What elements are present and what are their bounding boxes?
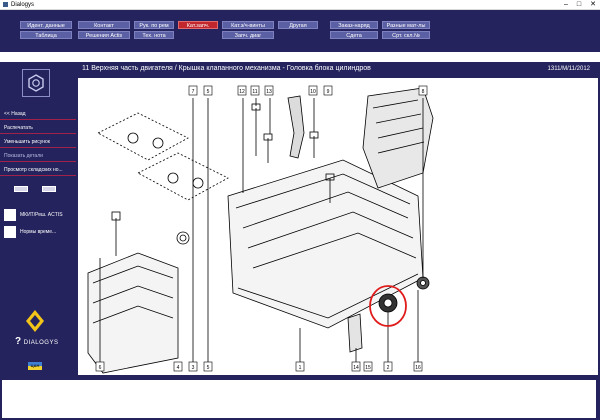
back-button[interactable]: << Назад <box>0 108 76 120</box>
cylinder-head-diagram[interactable]: 12 11 13 10 7 5 8 6 1 5 2 16 14 3 4 9 15 <box>78 78 598 375</box>
menu-actis-solutions[interactable]: Решения Actis <box>78 31 130 39</box>
renault-logo-icon <box>26 310 44 332</box>
view-stock-button[interactable]: Просмотр складских но... <box>0 164 76 176</box>
nav-next-icon[interactable] <box>42 186 56 192</box>
tool-icon <box>4 209 16 221</box>
app-icon <box>3 2 8 7</box>
menu-table[interactable]: Таблица <box>20 31 72 39</box>
language-flag-icon[interactable]: ЦАН <box>28 362 42 370</box>
maximize-button[interactable]: □ <box>577 0 581 10</box>
diagram-label: 1 <box>299 365 302 371</box>
main-panel: 11 Верхняя часть двигателя / Крышка клап… <box>76 62 600 377</box>
diagram-label: 10 <box>310 89 316 95</box>
show-details-button[interactable]: Показать детали <box>0 150 76 162</box>
close-button[interactable]: ✕ <box>590 0 596 10</box>
diagram-label: 13 <box>266 89 272 95</box>
hex-bolt-icon <box>22 69 50 97</box>
diagram-header: 11 Верхняя часть двигателя / Крышка клап… <box>76 62 600 76</box>
diagram-label: 9 <box>327 89 330 95</box>
document-icon <box>4 226 16 238</box>
nav-prev-icon[interactable] <box>14 186 28 192</box>
menu-screws-catalog[interactable]: Кат.з/ч-винты <box>222 21 274 29</box>
diagram-label: 5 <box>207 89 210 95</box>
diagram-title: 11 Верхняя часть двигателя / Крышка клап… <box>82 65 371 72</box>
minimize-button[interactable]: – <box>564 0 568 10</box>
menu-misc-materials[interactable]: Разные мат-лы <box>382 21 430 29</box>
window-controls: – □ ✕ <box>564 0 596 10</box>
menu-stock[interactable]: Срт. скл.№ <box>382 31 430 39</box>
details-area <box>2 380 596 418</box>
menu-other[interactable]: Другая <box>278 21 318 29</box>
diagram-label: 2 <box>387 365 390 371</box>
diagram-label: 5 <box>207 365 210 371</box>
diagram-label: 8 <box>422 89 425 95</box>
diagram-label: 7 <box>192 89 195 95</box>
actis-solutions-item[interactable]: МКИТ/Реш. ACTIS <box>0 208 76 222</box>
diagram-label: 15 <box>365 365 371 371</box>
dialogys-logo: ? DIALOGYS <box>15 336 59 347</box>
bottom-panel <box>0 377 600 420</box>
zoom-out-button[interactable]: Уменьшить рисунок <box>0 136 76 148</box>
sidebar: << Назад Распечатать Уменьшить рисунок П… <box>0 62 76 377</box>
menu-contact[interactable]: Контакт <box>78 21 130 29</box>
menu-estimate[interactable]: Сдета <box>330 31 378 39</box>
print-button[interactable]: Распечатать <box>0 122 76 134</box>
header-strip <box>0 52 600 62</box>
labor-time-item[interactable]: Нормы време... <box>0 225 76 239</box>
diagram-label: 12 <box>239 89 245 95</box>
menu-work-order[interactable]: Заказ-наряд <box>330 21 378 29</box>
menu-parts-catalog[interactable]: Кат.запч. <box>178 21 218 29</box>
menu-repair-manual[interactable]: Рук. по рем <box>134 21 174 29</box>
menu-tech-note[interactable]: Тех. нота <box>134 31 174 39</box>
exploded-view-diagram[interactable]: 12 11 13 10 7 5 8 6 1 5 2 16 14 3 4 9 15 <box>78 78 598 375</box>
window-title: Dialogys <box>11 2 35 8</box>
diagram-label: 6 <box>99 365 102 371</box>
diagram-label: 16 <box>415 365 421 371</box>
diagram-label: 14 <box>353 365 359 371</box>
menu-identification[interactable]: Идент. данные <box>20 21 72 29</box>
diagram-label: 3 <box>192 365 195 371</box>
top-menu: Идент. данные Контакт Рук. по рем Кат.за… <box>0 10 600 52</box>
diagram-label: 4 <box>177 365 180 371</box>
diagram-label: 11 <box>252 89 257 95</box>
diagram-code: 1311/M/11/2012 <box>547 66 590 72</box>
title-bar: Dialogys – □ ✕ <box>0 0 600 10</box>
menu-parts-diag[interactable]: Запч. диаг <box>222 31 274 39</box>
